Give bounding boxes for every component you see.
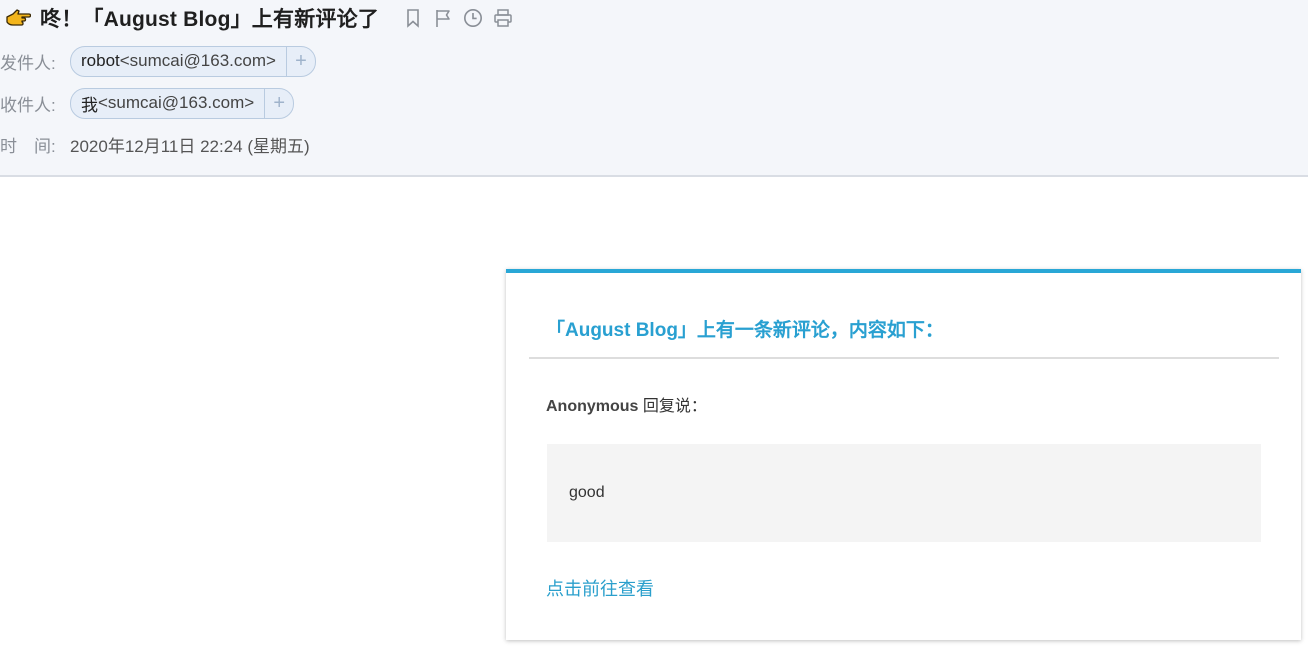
card-title: 「August Blog」上有一条新评论，内容如下： [546,320,944,341]
time-row: 时 间: 2020年12月11日 22:24 (星期五) [0,128,310,160]
sender-address: <sumcai@163.com> [119,51,276,70]
sender-row: 发件人: robot <sumcai@163.com> + [0,45,316,77]
add-sender-contact-button[interactable]: + [285,46,315,76]
add-recipient-contact-button[interactable]: + [264,88,293,118]
reply-text: 回复说： [638,398,707,415]
recipient-name: 我 [81,95,98,115]
card-divider [529,357,1279,359]
sender-chip[interactable]: robot <sumcai@163.com> + [70,45,316,77]
print-icon[interactable] [493,8,513,28]
subject-row: 咚！「August Blog」上有新评论了 [4,4,513,32]
author-line: Anonymous 回复说： [546,392,707,416]
email-header: 咚！「August Blog」上有新评论了 发件人: robot <sumcai@… [0,0,1308,177]
time-label: 时 间: [0,136,56,156]
subject-toolbar [403,8,513,28]
recipient-label: 收件人: [0,95,56,115]
time-value: 2020年12月11日 22:24 (星期五) [70,136,310,156]
comment-text: good [569,484,605,501]
recipient-chip-text: 我 <sumcai@163.com> [71,89,264,118]
comment-author: Anonymous [546,398,639,415]
pointing-hand-icon [4,6,32,30]
comment-box: good [547,444,1261,542]
recipient-chip[interactable]: 我 <sumcai@163.com> + [70,87,295,119]
sender-chip-text: robot <sumcai@163.com> [71,47,286,76]
comment-notification-card: 「August Blog」上有一条新评论，内容如下： Anonymous 回复说… [506,269,1301,640]
view-comment-link[interactable]: 点击前往查看 [546,575,654,601]
sender-label: 发件人: [0,53,56,73]
recipient-address: <sumcai@163.com> [98,93,255,112]
email-subject: 咚！「August Blog」上有新评论了 [40,8,380,31]
recipient-row: 收件人: 我 <sumcai@163.com> + [0,87,295,119]
sender-name: robot [81,51,120,70]
clock-icon[interactable] [463,8,483,28]
flag-icon[interactable] [433,8,453,28]
bookmark-icon[interactable] [403,8,423,28]
